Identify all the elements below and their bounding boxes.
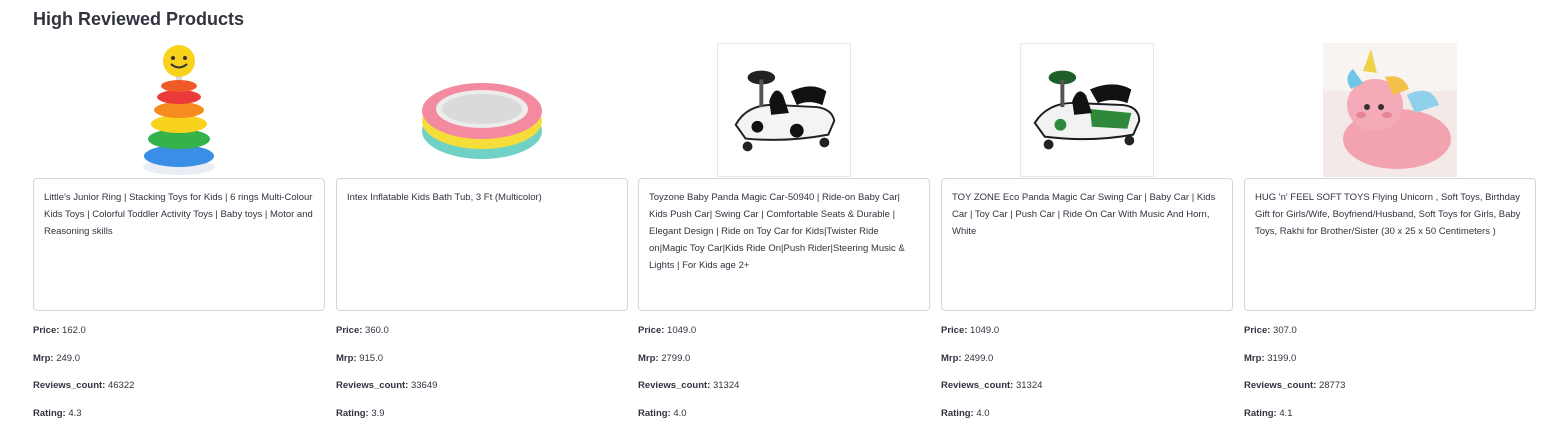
mrp-label: Mrp: [638, 353, 659, 364]
product-card: Intex Inflatable Kids Bath Tub, 3 Ft (Mu… [336, 40, 628, 435]
rating-label: Rating: [941, 408, 974, 419]
mrp-row: Mrp: 2499.0 [941, 353, 993, 364]
reviews-count-value: 31324 [712, 380, 740, 391]
product-title: Intex Inflatable Kids Bath Tub, 3 Ft (Mu… [336, 178, 628, 311]
mrp-row: Mrp: 915.0 [336, 353, 383, 364]
price-value: 1049.0 [970, 325, 1000, 336]
green-swing-car-icon [1020, 43, 1154, 177]
reviews-count-row: Reviews_count: 46322 [33, 380, 134, 391]
rating-label: Rating: [638, 408, 671, 419]
reviews-count-row: Reviews_count: 28773 [1244, 380, 1345, 391]
product-card: Toyzone Baby Panda Magic Car-50940 | Rid… [638, 40, 930, 435]
price-label: Price: [638, 325, 665, 336]
mrp-value: 2799.0 [661, 353, 691, 364]
price-label: Price: [941, 325, 968, 336]
price-value: 307.0 [1273, 325, 1297, 336]
price-value: 360.0 [365, 325, 389, 336]
product-title: Little's Junior Ring | Stacking Toys for… [33, 178, 325, 311]
rating-label: Rating: [33, 408, 66, 419]
product-card: Little's Junior Ring | Stacking Toys for… [33, 40, 325, 435]
mrp-row: Mrp: 249.0 [33, 353, 80, 364]
reviews-count-label: Reviews_count: [33, 380, 106, 391]
mrp-label: Mrp: [941, 353, 962, 364]
price-label: Price: [1244, 325, 1271, 336]
rating-row: Rating: 4.0 [638, 408, 687, 419]
mrp-value: 3199.0 [1267, 353, 1297, 364]
reviews-count-value: 46322 [107, 380, 135, 391]
reviews-count-label: Reviews_count: [336, 380, 409, 391]
panda-swing-car-icon [717, 43, 851, 177]
price-row: Price: 1049.0 [941, 325, 999, 336]
reviews-count-row: Reviews_count: 31324 [638, 380, 739, 391]
rating-value: 4.0 [673, 408, 687, 419]
price-value: 1049.0 [667, 325, 697, 336]
rating-row: Rating: 4.1 [1244, 408, 1293, 419]
rating-label: Rating: [336, 408, 369, 419]
rating-value: 3.9 [371, 408, 385, 419]
mrp-label: Mrp: [1244, 353, 1265, 364]
reviews-count-label: Reviews_count: [638, 380, 711, 391]
mrp-value: 915.0 [359, 353, 383, 364]
price-row: Price: 162.0 [33, 325, 86, 336]
rating-value: 4.0 [976, 408, 990, 419]
price-value: 162.0 [62, 325, 86, 336]
product-card: TOY ZONE Eco Panda Magic Car Swing Car |… [941, 40, 1233, 435]
product-title: TOY ZONE Eco Panda Magic Car Swing Car |… [941, 178, 1233, 311]
price-label: Price: [336, 325, 363, 336]
reviews-count-row: Reviews_count: 33649 [336, 380, 437, 391]
product-title: HUG 'n' FEEL SOFT TOYS Flying Unicorn , … [1244, 178, 1536, 311]
rating-label: Rating: [1244, 408, 1277, 419]
mrp-value: 249.0 [56, 353, 80, 364]
inflatable-tub-icon [415, 43, 549, 177]
rating-row: Rating: 4.3 [33, 408, 82, 419]
mrp-label: Mrp: [336, 353, 357, 364]
price-label: Price: [33, 325, 60, 336]
reviews-count-row: Reviews_count: 31324 [941, 380, 1042, 391]
product-card: HUG 'n' FEEL SOFT TOYS Flying Unicorn , … [1244, 40, 1536, 435]
rating-value: 4.3 [68, 408, 82, 419]
rating-row: Rating: 4.0 [941, 408, 990, 419]
reviews-count-label: Reviews_count: [1244, 380, 1317, 391]
reviews-count-label: Reviews_count: [941, 380, 1014, 391]
reviews-count-value: 33649 [410, 380, 438, 391]
price-row: Price: 307.0 [1244, 325, 1297, 336]
reviews-count-value: 31324 [1015, 380, 1043, 391]
price-row: Price: 1049.0 [638, 325, 696, 336]
mrp-value: 2499.0 [964, 353, 994, 364]
rating-value: 4.1 [1279, 408, 1293, 419]
section-title: High Reviewed Products [33, 9, 245, 29]
stacking-ring-toy-icon [112, 43, 246, 177]
product-title: Toyzone Baby Panda Magic Car-50940 | Rid… [638, 178, 930, 311]
rating-row: Rating: 3.9 [336, 408, 385, 419]
mrp-row: Mrp: 3199.0 [1244, 353, 1296, 364]
mrp-label: Mrp: [33, 353, 54, 364]
mrp-row: Mrp: 2799.0 [638, 353, 690, 364]
price-row: Price: 360.0 [336, 325, 389, 336]
unicorn-plush-icon [1323, 43, 1457, 177]
reviews-count-value: 28773 [1318, 380, 1346, 391]
